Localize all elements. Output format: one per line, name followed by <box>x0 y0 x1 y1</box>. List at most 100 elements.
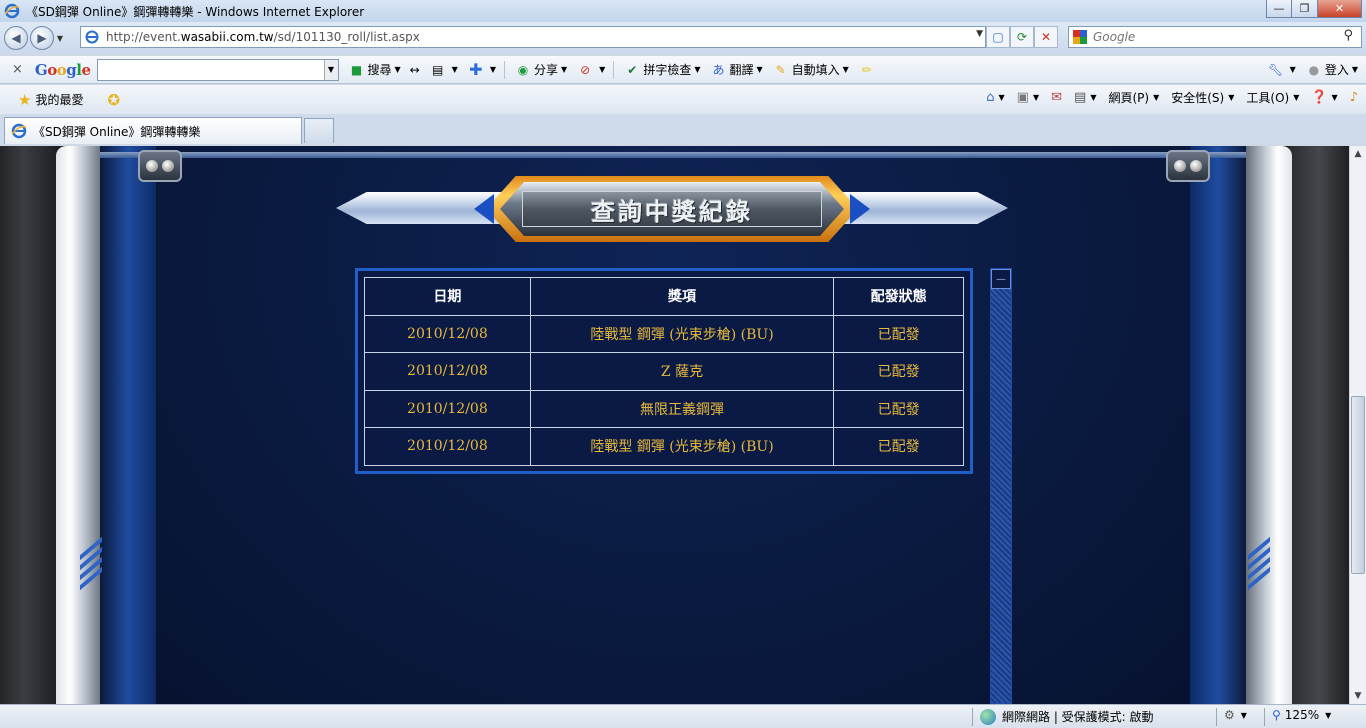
tab-active[interactable]: 《SD鋼彈 Online》鋼彈轉轉樂 <box>4 117 302 144</box>
favorites-button[interactable]: ★ 我的最愛 <box>18 91 83 109</box>
banner-arrow-left-icon <box>474 194 494 224</box>
refresh-icon: ⟳ <box>1016 30 1028 44</box>
highlighter-icon: ✏ <box>861 62 872 77</box>
page-menu-button[interactable]: 網頁(P) ▼ <box>1108 89 1159 106</box>
page-icon <box>85 30 99 44</box>
zoom-level: 125% <box>1284 708 1320 722</box>
autofill-button-label: 自動填入 <box>791 63 840 77</box>
search-icon[interactable]: ⚲ <box>1343 28 1353 43</box>
mail-button[interactable]: ✉ <box>1051 90 1062 105</box>
close-window-button[interactable]: ✕ <box>1318 0 1362 18</box>
zoom-control[interactable]: ⚲ 125% ▼ <box>1272 708 1331 722</box>
chevron-down-icon: ▼ <box>842 65 849 74</box>
logo-letter: e <box>81 60 91 79</box>
window-titlebar: 《SD鋼彈 Online》鋼彈轉轉樂 - Windows Internet Ex… <box>0 0 1366 22</box>
signin-button[interactable]: ● 登入 ▼ <box>1306 61 1358 78</box>
chevron-down-icon: ▼ <box>1090 93 1097 102</box>
window-controls: — ❐ ✕ <box>1266 0 1362 18</box>
arrow-right-icon: ▶ <box>37 31 47 45</box>
spellcheck-button-label: 拼字檢查 <box>643 63 692 77</box>
chevron-down-icon: ▼ <box>1289 65 1296 74</box>
help-icon: ❓ <box>1311 90 1328 105</box>
table-row: 2010/12/08 陸戰型 鋼彈 (光束步槍) (BU) 已配發 <box>364 314 964 353</box>
popup-blocker-button[interactable]: ⊘ ▼ <box>577 62 605 78</box>
logo-letter: o <box>56 60 67 79</box>
status-options-button[interactable]: ⚙ ▼ <box>1224 708 1247 722</box>
security-zone-label: 網際網路 | 受保護模式: 啟動 <box>1002 710 1154 724</box>
stripe-left-icon <box>80 536 102 591</box>
address-dropdown-icon[interactable]: ▼ <box>976 29 983 39</box>
print-button[interactable]: ▤ ▼ <box>1074 90 1096 105</box>
more-button[interactable]: ↔ <box>407 62 426 78</box>
compatibility-view-button[interactable]: ▢ <box>986 26 1010 48</box>
plus-icon: ✚ <box>469 60 483 79</box>
search-box[interactable]: ⚲ <box>1068 26 1362 48</box>
chevron-down-icon: ▼ <box>1228 93 1235 102</box>
page-viewport: 查詢中獎紀錄 日期 獎項 配發狀態 2010/12/08 陸戰型 鋼彈 (光束步… <box>0 146 1349 704</box>
status-separator <box>972 708 973 726</box>
cell-date: 2010/12/08 <box>364 352 531 391</box>
help-button[interactable]: ❓ ▼ <box>1311 90 1337 105</box>
bookmark-add-button[interactable]: ✚ ▼ <box>468 60 496 79</box>
share-icon: ◉ <box>517 62 529 77</box>
list-scrollbar[interactable]: — <box>990 268 1012 704</box>
google-search-field[interactable]: ▼ <box>96 58 339 81</box>
cell-date: 2010/12/08 <box>364 427 531 466</box>
logo-letter: o <box>47 60 57 79</box>
frame-right <box>1244 146 1292 704</box>
favorites-label: 我的最愛 <box>35 93 84 107</box>
spellcheck-button[interactable]: ✔ 拼字檢查 ▼ <box>624 61 700 78</box>
address-bar[interactable]: http://event.wasabii.com.tw/sd/101130_ro… <box>80 26 986 48</box>
new-tab-button[interactable] <box>304 118 334 143</box>
address-toolbar: ◀ ▶ ▼ http://event.wasabii.com.tw/sd/101… <box>0 22 1366 54</box>
share-button[interactable]: ◉ 分享 ▼ <box>515 61 567 78</box>
cell-date: 2010/12/08 <box>364 314 531 353</box>
status-separator <box>1264 708 1265 726</box>
signin-button-label: 登入 <box>1324 63 1349 77</box>
stop-button[interactable]: ✕ <box>1034 26 1058 48</box>
toolbar-settings-button[interactable]: 🔧︎ ▼ <box>1268 62 1296 78</box>
minimize-button[interactable]: — <box>1266 0 1292 18</box>
frame-left <box>56 146 104 704</box>
add-favorite-icon[interactable]: ✪ <box>107 91 120 109</box>
forward-button[interactable]: ▶ <box>30 26 54 50</box>
chevron-down-icon: ▼ <box>1153 93 1160 102</box>
scroll-down-icon[interactable]: ▼ <box>1350 688 1366 704</box>
scrollbar-thumb[interactable] <box>1351 396 1365 574</box>
back-button[interactable]: ◀ <box>4 26 28 50</box>
cell-status: 已配發 <box>833 389 964 428</box>
chevron-down-icon: ▼ <box>1331 93 1338 102</box>
frame-top-edge <box>100 152 1246 158</box>
search-input[interactable] <box>1093 30 1333 44</box>
scroll-up-icon[interactable]: ▲ <box>1350 146 1366 162</box>
tools-menu-button[interactable]: 工具(O) ▼ <box>1246 89 1299 106</box>
security-zone[interactable]: 網際網路 | 受保護模式: 啟動 <box>980 708 1154 725</box>
safety-menu-button[interactable]: 安全性(S) ▼ <box>1171 89 1234 106</box>
page-scrollbar[interactable]: ▲ ▼ <box>1349 146 1366 704</box>
translate-button[interactable]: あ 翻譯 ▼ <box>710 61 762 78</box>
list-scroll-up-icon[interactable]: — <box>991 269 1011 289</box>
autofill-button[interactable]: ✎ 自動填入 ▼ <box>773 61 849 78</box>
cell-date: 2010/12/08 <box>364 389 531 428</box>
address-url[interactable]: http://event.wasabii.com.tw/sd/101130_ro… <box>106 30 420 44</box>
status-options-icon: ⚙ <box>1224 708 1235 722</box>
page-options-button[interactable]: ▤ ▼ <box>430 62 458 78</box>
refresh-button[interactable]: ⟳ <box>1010 26 1034 48</box>
maximize-button[interactable]: ❐ <box>1292 0 1318 18</box>
research-button[interactable]: ♪ <box>1350 90 1358 105</box>
close-toolbar-button[interactable]: × <box>12 62 23 77</box>
prize-table: 日期 獎項 配發狀態 2010/12/08 陸戰型 鋼彈 (光束步槍) (BU)… <box>364 277 964 466</box>
highlight-button[interactable]: ✏ <box>859 62 878 78</box>
feeds-button[interactable]: ▣ ▼ <box>1017 90 1039 105</box>
history-dropdown[interactable]: ▼ <box>54 34 66 43</box>
url-prefix: http://event. <box>106 30 181 44</box>
search-button[interactable]: ■ 搜尋 ▼ <box>349 61 401 78</box>
google-search-dropdown[interactable]: ▼ <box>323 59 338 80</box>
google-icon <box>1073 30 1087 44</box>
home-button[interactable]: ⌂ ▼ <box>986 90 1004 105</box>
window-title: 《SD鋼彈 Online》鋼彈轉轉樂 - Windows Internet Ex… <box>26 4 365 19</box>
stripe-right-icon <box>1248 536 1270 591</box>
chevron-down-icon: ▼ <box>1325 710 1332 720</box>
favorites-bar: ★ 我的最愛 ✪ ⌂ ▼ ▣ ▼ ✉ ▤ ▼ 網頁(P) ▼ 安全性(S) ▼ … <box>0 85 1366 114</box>
rock-background-right <box>1289 146 1349 704</box>
